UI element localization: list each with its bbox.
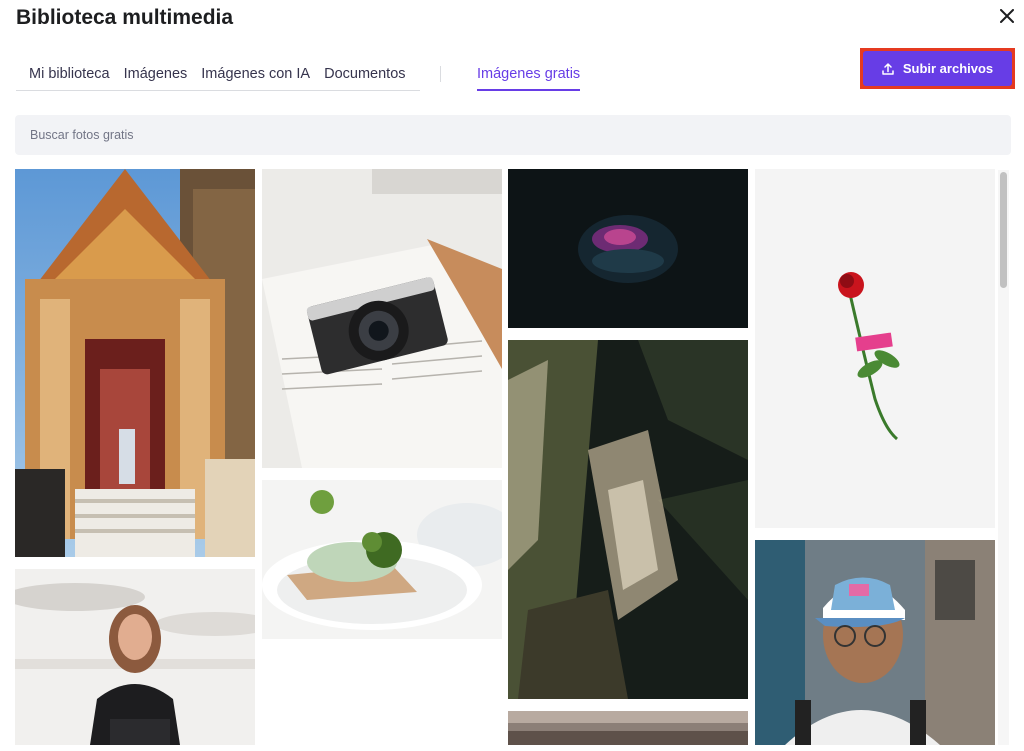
beach-image (508, 711, 748, 745)
close-icon[interactable] (1000, 9, 1014, 23)
search-input[interactable] (15, 115, 1011, 155)
photo-man-cap[interactable] (755, 540, 995, 745)
photo-woman-sitting[interactable] (15, 569, 255, 745)
upload-files-label: Subir archivos (902, 61, 994, 76)
scrollbar-thumb[interactable] (1000, 172, 1007, 288)
tabs-divider (440, 66, 441, 82)
rose-image (755, 169, 995, 528)
blurred-figure-image (508, 340, 748, 699)
food-plate-image (262, 480, 502, 639)
temple-image (15, 169, 255, 557)
woman-sitting-image (15, 569, 255, 745)
tab-documentos[interactable]: Documentos (324, 58, 405, 90)
close-button[interactable] (996, 5, 1018, 27)
jellyfish-image (508, 169, 748, 328)
photo-jellyfish[interactable] (508, 169, 748, 328)
photo-camera-book[interactable] (262, 169, 502, 468)
man-cap-image (755, 540, 995, 745)
photo-food-plate[interactable] (262, 480, 502, 639)
tab-imagenes-gratis[interactable]: Imágenes gratis (477, 58, 581, 91)
photo-rose[interactable] (755, 169, 995, 528)
media-tabs: Mi biblioteca Imágenes Imágenes con IA D… (16, 58, 420, 91)
photo-blurred-figure[interactable] (508, 340, 748, 699)
tab-mi-biblioteca[interactable]: Mi biblioteca (29, 58, 110, 90)
modal-title: Biblioteca multimedia (16, 6, 234, 29)
photo-beach[interactable] (508, 711, 748, 745)
upload-files-button[interactable]: Subir archivos (863, 51, 1012, 86)
tab-imagenes[interactable]: Imágenes (124, 58, 188, 90)
photo-temple[interactable] (15, 169, 255, 557)
image-grid-scrollbar[interactable] (998, 170, 1009, 745)
upload-icon (882, 62, 894, 75)
camera-book-image (262, 169, 502, 468)
upload-button-highlight: Subir archivos (860, 48, 1015, 89)
tab-imagenes-ia[interactable]: Imágenes con IA (201, 58, 310, 90)
